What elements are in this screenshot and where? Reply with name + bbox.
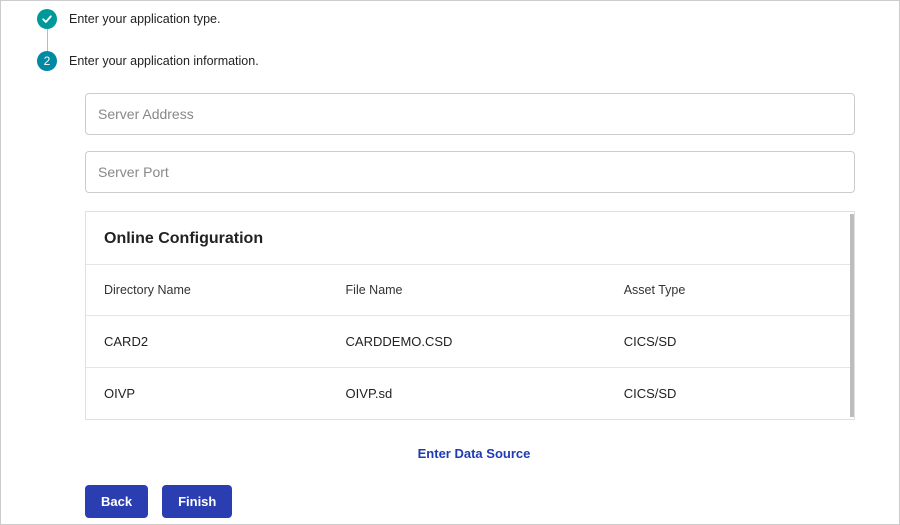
cell-filename: CARDDEMO.CSD	[346, 334, 624, 349]
config-title: Online Configuration	[86, 212, 854, 264]
server-address-input[interactable]	[85, 93, 855, 135]
back-button[interactable]: Back	[85, 485, 148, 518]
cell-assettype: CICS/SD	[624, 386, 836, 401]
step-number-badge: 2	[37, 51, 57, 71]
wizard-buttons: Back Finish	[85, 485, 863, 518]
table-header-row: Directory Name File Name Asset Type	[86, 264, 854, 315]
cell-filename: OIVP.sd	[346, 386, 624, 401]
cell-directory: OIVP	[104, 386, 346, 401]
step1-label: Enter your application type.	[69, 12, 220, 26]
step2-label: Enter your application information.	[69, 54, 259, 68]
cell-directory: CARD2	[104, 334, 346, 349]
step-connector	[47, 29, 48, 51]
server-port-input[interactable]	[85, 151, 855, 193]
finish-button[interactable]: Finish	[162, 485, 232, 518]
wizard-step-2: 2 Enter your application information.	[37, 51, 863, 71]
enter-data-source-link[interactable]: Enter Data Source	[85, 446, 863, 461]
wizard-step-1: Enter your application type.	[37, 9, 863, 29]
col-header-filename: File Name	[346, 283, 624, 297]
online-configuration-panel: Online Configuration Directory Name File…	[85, 211, 855, 420]
config-table: Directory Name File Name Asset Type CARD…	[86, 264, 854, 419]
col-header-directory: Directory Name	[104, 283, 346, 297]
check-icon	[37, 9, 57, 29]
table-row: CARD2 CARDDEMO.CSD CICS/SD	[86, 315, 854, 367]
table-row: OIVP OIVP.sd CICS/SD	[86, 367, 854, 419]
col-header-assettype: Asset Type	[624, 283, 836, 297]
form-area: Online Configuration Directory Name File…	[85, 93, 863, 518]
cell-assettype: CICS/SD	[624, 334, 836, 349]
